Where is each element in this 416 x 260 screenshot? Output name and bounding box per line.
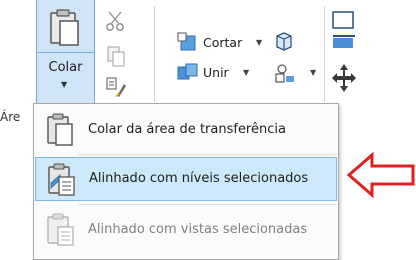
split-divider [37,52,94,53]
match-properties-brush-icon[interactable] [105,76,127,98]
left-arrow-outline-icon [346,152,415,198]
copy-icon[interactable] [106,46,126,68]
align-icon[interactable] [332,10,356,50]
chevron-down-icon[interactable]: ▼ [61,80,67,89]
cut-geometry-button[interactable]: Cortar [203,35,242,50]
join-geometry-icon [177,63,198,80]
cut-scissors-icon[interactable] [105,10,127,32]
ribbon-separator [154,6,155,102]
ribbon-separator [324,6,325,102]
panel-label: Áre [0,110,21,124]
move-icon[interactable] [332,62,356,94]
chevron-down-icon[interactable]: ▼ [256,38,262,47]
menu-divider [78,204,336,205]
paste-clipboard-icon [50,9,79,46]
aligned-levels-paste-icon [48,163,75,196]
wall-joins-icon[interactable] [274,32,294,52]
menu-item-aligned-selected-views[interactable]: Alinhado com vistas selecionadas [35,208,337,252]
clipboard-icon [47,113,73,146]
paste-label: Colar [48,60,83,75]
menu-item-paste-from-clipboard[interactable]: Colar da área de transferência [35,108,337,152]
menu-item-aligned-selected-levels[interactable]: Alinhado com níveis selecionados [35,157,337,201]
paste-dropdown-menu: Colar da área de transferência Alinhado … [33,103,339,260]
join-geometry-button[interactable]: Unir [203,65,229,80]
aligned-views-paste-icon [47,213,74,246]
menu-item-label: Colar da área de transferência [88,122,286,137]
split-face-icon[interactable] [274,62,296,84]
chevron-down-icon[interactable]: ▼ [310,68,316,77]
ribbon: Colar ▼ Cortar ▼ Unir ▼ ▼ Áre [0,0,416,124]
paste-button[interactable]: Colar ▼ [36,0,95,104]
menu-item-label: Alinhado com vistas selecionadas [88,222,308,237]
menu-divider [78,154,336,155]
menu-item-label: Alinhado com níveis selecionados [89,171,309,186]
cut-geometry-icon [177,32,196,51]
chevron-down-icon[interactable]: ▼ [243,68,249,77]
